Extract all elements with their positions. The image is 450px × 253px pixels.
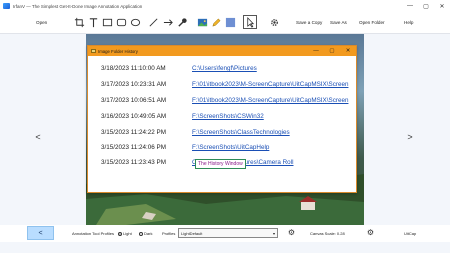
history-date: 3/16/2023 10:49:05 AM	[101, 113, 167, 120]
app-icon	[3, 3, 10, 9]
next-image-area[interactable]: >	[372, 34, 448, 239]
canvas-scale-label: Canvas Scale: 0.28	[310, 231, 345, 236]
save-copy-button[interactable]: Save a Copy	[296, 20, 322, 25]
text-icon[interactable]	[87, 16, 99, 28]
chevron-left-icon: <	[38, 229, 43, 237]
window-title: IrfanV — The Simplest Get-It-Done Image …	[13, 3, 143, 9]
previous-image-area[interactable]: <	[0, 34, 76, 239]
help-button[interactable]: Help	[404, 20, 413, 25]
history-row: 3/15/2023 11:24:22 PM F:\ScreenShots\Cla…	[88, 129, 356, 139]
dark-label: Dark	[144, 231, 153, 236]
highlighter-icon[interactable]	[210, 16, 222, 28]
dialog-title: Image Folder History	[98, 48, 138, 54]
open-button[interactable]: Open	[36, 20, 47, 25]
history-row: 3/16/2023 10:49:05 AM F:\ScreenShots\CSW…	[88, 113, 356, 123]
history-row: 3/17/2023 10:23:31 AM F:\01\itbook2023\M…	[88, 81, 356, 91]
history-path-link[interactable]: C:\Users\fengf\Pictures	[192, 65, 257, 72]
history-dialog: Image Folder History — ▢ ✕ 3/18/2023 11:…	[87, 45, 357, 193]
dialog-minimize-button[interactable]: —	[308, 48, 324, 54]
annotation-label: The History Window	[195, 159, 246, 169]
open-folder-button[interactable]: Open Folder	[359, 20, 385, 25]
line-icon[interactable]	[147, 16, 159, 28]
title-bar: IrfanV — The Simplest Get-It-Done Image …	[0, 0, 450, 12]
history-date: 3/15/2023 11:23:43 PM	[101, 159, 167, 166]
app-window: IrfanV — The Simplest Get-It-Done Image …	[0, 0, 450, 253]
save-as-button[interactable]: Save As	[330, 20, 347, 25]
settings-icon[interactable]	[268, 16, 280, 28]
radio-selected-icon	[118, 231, 122, 236]
profiles-label: Profiles	[162, 231, 176, 236]
previous-button[interactable]: <	[27, 226, 54, 240]
history-date: 3/15/2023 11:24:22 PM	[101, 129, 167, 136]
folder-icon	[91, 49, 96, 53]
close-button[interactable]: ✕	[434, 0, 450, 12]
crop-icon[interactable]	[73, 16, 85, 28]
annotation-profiles-label: Annotation Tool Profiles	[72, 231, 114, 236]
dialog-title-bar: Image Folder History — ▢ ✕	[88, 46, 356, 56]
rectangle-icon[interactable]	[101, 16, 113, 28]
light-label: Light	[123, 231, 132, 236]
ellipse-icon[interactable]	[129, 16, 141, 28]
minimize-button[interactable]: —	[402, 0, 418, 12]
blur-icon[interactable]	[176, 16, 188, 28]
pointer-icon[interactable]	[243, 15, 257, 29]
rounded-rectangle-icon[interactable]	[115, 16, 127, 28]
profile-select-value: LightDefault	[181, 230, 203, 236]
dialog-maximize-button[interactable]: ▢	[324, 48, 340, 54]
history-row: 3/15/2023 11:24:06 PM F:\ScreenShots\Uit…	[88, 144, 356, 154]
history-path-link[interactable]: F:\01\itbook2023\M-ScreenCapture\UitCapM…	[192, 97, 348, 104]
history-date: 3/15/2023 11:24:06 PM	[101, 144, 167, 151]
radio-unselected-icon	[139, 231, 143, 236]
chevron-down-icon: ▾	[272, 231, 275, 236]
image-icon[interactable]	[196, 16, 208, 28]
dark-radio[interactable]: Dark	[139, 231, 152, 236]
chevron-left-icon: <	[35, 131, 41, 142]
history-row: 3/17/2023 10:06:51 AM F:\01\itbook2023\M…	[88, 97, 356, 107]
canvas-settings-icon[interactable]: ⚙	[366, 228, 375, 237]
history-row: 3/18/2023 11:10:00 AM C:\Users\fengf\Pic…	[88, 65, 356, 75]
chevron-right-icon: >	[407, 131, 413, 142]
arrow-icon[interactable]	[162, 16, 174, 28]
toolbar: Open Save a Copy Save As Open Folder Hel…	[0, 12, 450, 34]
history-date: 3/18/2023 11:10:00 AM	[101, 65, 166, 72]
history-path-link[interactable]: F:\ScreenShots\UitCapHelp	[192, 144, 269, 151]
fill-color-icon[interactable]	[224, 16, 236, 28]
dialog-close-button[interactable]: ✕	[340, 48, 356, 54]
history-path-link[interactable]: F:\ScreenShots\CSWin32	[192, 113, 264, 120]
profile-settings-icon[interactable]: ⚙	[287, 228, 296, 237]
maximize-button[interactable]: ▢	[418, 0, 434, 12]
history-date: 3/17/2023 10:06:51 AM	[101, 97, 167, 104]
app-name-label: UitCap	[404, 231, 417, 236]
profile-select[interactable]: LightDefault ▾	[178, 228, 278, 238]
history-path-link[interactable]: F:\ScreenShots\ClassTechnologies	[192, 129, 290, 136]
history-path-link[interactable]: F:\01\itbook2023\M-ScreenCapture\UitCapM…	[192, 81, 348, 88]
history-date: 3/17/2023 10:23:31 AM	[101, 81, 167, 88]
light-radio[interactable]: Light	[118, 231, 132, 236]
